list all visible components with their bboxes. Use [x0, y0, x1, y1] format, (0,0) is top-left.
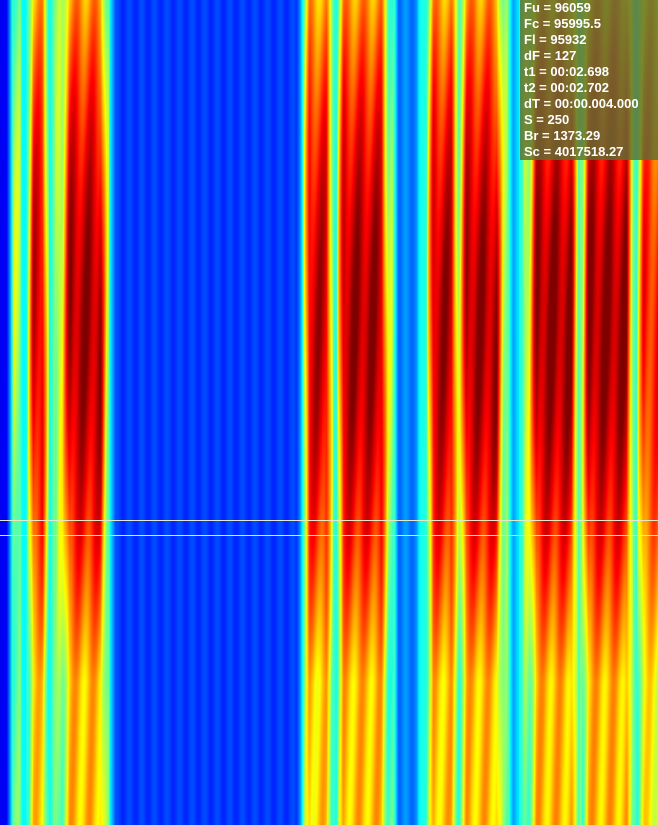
delta-frequency-readout: dF = 127	[524, 48, 577, 63]
delta-time-readout: dT = 00:00.004.000	[524, 96, 639, 111]
samples-readout: S = 250	[524, 112, 570, 127]
upper-frequency-readout: Fu = 96059	[524, 0, 591, 15]
bandwidth-readout: Br = 1373.29	[524, 128, 601, 143]
time-cursor-t2[interactable]	[0, 535, 658, 536]
time-cursor-t1[interactable]	[0, 520, 658, 521]
time-start-readout: t1 = 00:02.698	[524, 64, 609, 79]
scale-readout: Sc = 4017518.27	[524, 144, 624, 159]
center-frequency-readout: Fc = 95995.5	[524, 16, 601, 31]
time-end-readout: t2 = 00:02.702	[524, 80, 609, 95]
spectrogram-viewer[interactable]: Fu = 96059 Fc = 95995.5 Fl = 95932 dF = …	[0, 0, 658, 825]
measurement-readout-panel: Fu = 96059 Fc = 95995.5 Fl = 95932 dF = …	[520, 0, 658, 160]
lower-frequency-readout: Fl = 95932	[524, 32, 587, 47]
